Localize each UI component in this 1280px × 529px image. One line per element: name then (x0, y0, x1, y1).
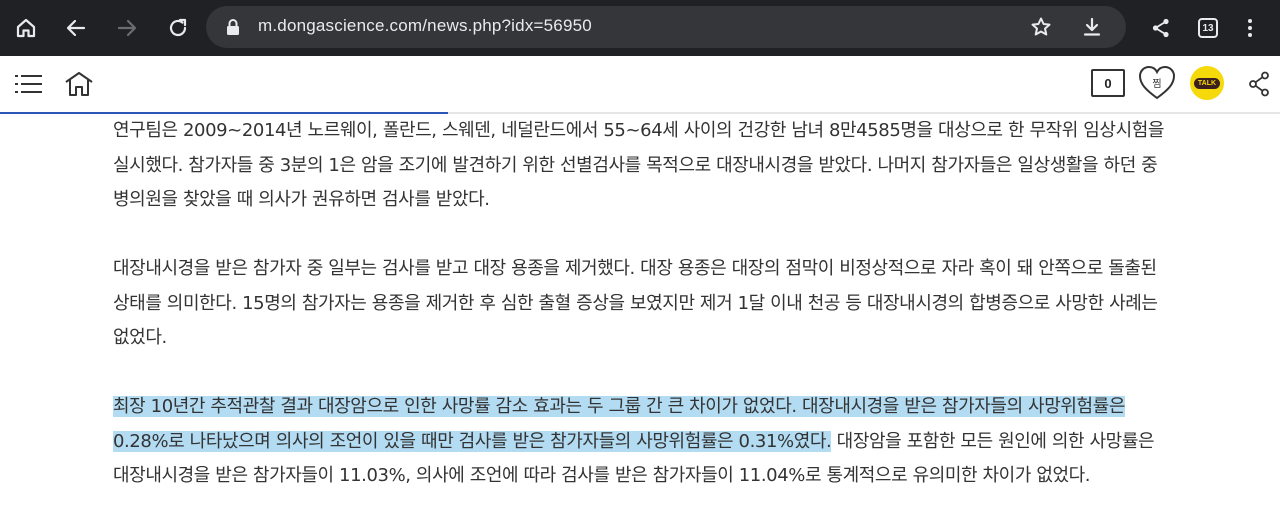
address-bar[interactable]: m.dongascience.com/news.php?idx=56950 (206, 6, 1126, 48)
forward-icon (117, 19, 137, 37)
home-button[interactable] (6, 8, 46, 48)
kakao-share-button[interactable]: TALK (1190, 66, 1224, 100)
share-button[interactable] (1141, 8, 1181, 48)
download-button[interactable] (1072, 7, 1112, 47)
download-icon (1083, 17, 1101, 36)
like-button[interactable]: 찜 (1138, 65, 1176, 101)
menu-icon (1248, 19, 1252, 37)
forward-button[interactable] (107, 8, 147, 48)
star-icon (1031, 17, 1051, 36)
home-icon (65, 72, 93, 96)
article-body: 연구팀은 2009~2014년 노르웨이, 폴란드, 스웨덴, 네덜란드에서 5… (113, 114, 1173, 528)
kakao-talk-icon: TALK (1193, 77, 1221, 89)
site-header (0, 56, 1280, 114)
share-icon (1152, 18, 1169, 38)
reload-icon (169, 18, 187, 37)
reload-button[interactable] (158, 8, 198, 48)
back-button[interactable] (56, 8, 96, 48)
article-paragraph: 최장 10년간 추적관찰 결과 대장암으로 인한 사망률 감소 효과는 두 그룹… (113, 390, 1173, 494)
share-icon (1249, 71, 1269, 97)
comment-count-button[interactable]: 0 (1091, 69, 1125, 97)
browser-toolbar: m.dongascience.com/news.php?idx=56950 13 (0, 0, 1280, 56)
bookmark-button[interactable] (1021, 7, 1061, 47)
hamburger-menu-button[interactable] (14, 70, 44, 98)
site-share-button[interactable] (1246, 70, 1272, 98)
url-text[interactable]: m.dongascience.com/news.php?idx=56950 (258, 16, 592, 36)
lock-icon (227, 19, 239, 35)
article-paragraph: 대장내시경을 받은 참가자 중 일부는 검사를 받고 대장 용종을 제거했다. … (113, 258, 1158, 348)
tab-switcher-button[interactable]: 13 (1188, 8, 1228, 48)
like-label: 찜 (1152, 79, 1162, 90)
site-home-button[interactable] (62, 70, 96, 98)
hamburger-icon (15, 75, 42, 93)
home-icon (16, 18, 36, 38)
back-icon (66, 19, 86, 37)
menu-button[interactable] (1230, 8, 1270, 48)
article-paragraph: 연구팀은 2009~2014년 노르웨이, 폴란드, 스웨덴, 네덜란드에서 5… (113, 120, 1165, 210)
tab-switcher-icon: 13 (1198, 18, 1218, 38)
